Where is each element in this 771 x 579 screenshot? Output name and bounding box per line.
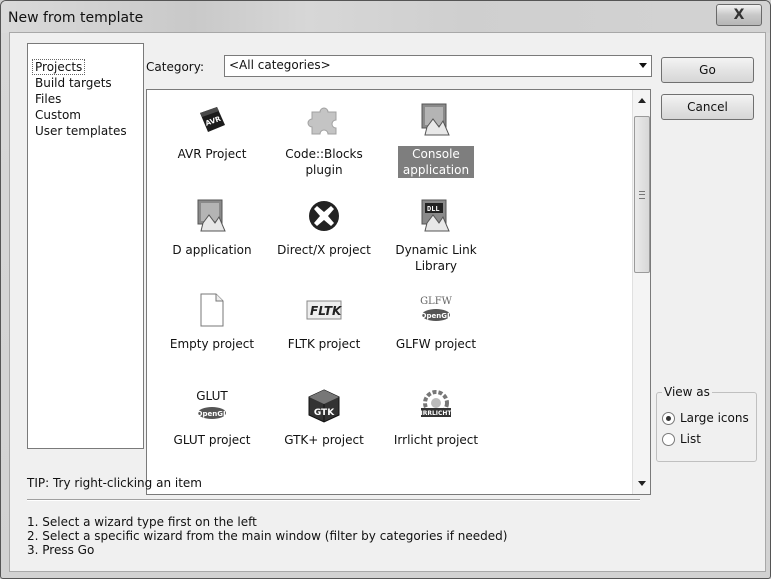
grip-icon <box>639 191 645 199</box>
dialog-body: Projects Build targets Files Custom User… <box>9 32 766 572</box>
radio-unselected-icon <box>662 432 675 446</box>
list-item-label: Files <box>35 92 62 106</box>
app-window-icon <box>157 196 267 236</box>
large-icons-label: Large icons <box>680 411 749 425</box>
avr-chip-icon: AVR <box>157 100 267 140</box>
go-button[interactable]: Go <box>661 57 754 83</box>
divider <box>27 499 640 501</box>
template-empty-project[interactable]: Empty project <box>157 290 267 352</box>
template-label: GLFW project <box>395 337 477 351</box>
view-as-group: View as Large icons List <box>656 385 757 462</box>
scroll-thumb[interactable] <box>634 116 650 273</box>
list-label: List <box>680 432 701 446</box>
irrlicht-gear-icon: IRRLICHT <box>381 386 491 426</box>
template-label: Empty project <box>169 337 255 351</box>
svg-text:GTK: GTK <box>314 408 335 418</box>
console-app-icon <box>381 100 491 140</box>
title-bar: New from template X <box>1 1 770 33</box>
template-label: Direct/X project <box>277 243 371 257</box>
dropdown-arrow-icon <box>639 63 647 68</box>
new-from-template-dialog: New from template X Projects Build targe… <box>0 0 771 579</box>
radio-selected-icon <box>662 411 675 425</box>
view-as-legend: View as <box>662 385 712 399</box>
list-item-label: Projects <box>32 59 86 75</box>
window-title: New from template <box>8 10 144 26</box>
template-label: Dynamic Link Library <box>395 243 477 273</box>
instructions: 1. Select a wizard type first on the lef… <box>27 515 507 557</box>
template-directx-project[interactable]: Direct/X project <box>269 196 379 258</box>
svg-text:GLFW: GLFW <box>420 296 453 307</box>
dll-icon: DLL <box>381 196 491 236</box>
instruction-line: 3. Press Go <box>27 543 95 557</box>
close-button[interactable]: X <box>716 4 762 26</box>
category-dropdown[interactable]: <All categories> <box>224 55 652 77</box>
fltk-icon: FLTK <box>269 290 379 330</box>
template-grid-scrollbar[interactable] <box>632 90 650 494</box>
svg-text:FLTK: FLTK <box>310 304 343 318</box>
template-glfw-project[interactable]: GLFW OpenGL GLFW project <box>381 290 491 352</box>
list-item-label: Custom <box>35 108 81 122</box>
scroll-down-icon[interactable] <box>638 481 646 486</box>
svg-text:OpenGL: OpenGL <box>197 410 228 418</box>
template-type-list: Projects Build targets Files Custom User… <box>27 43 144 449</box>
template-label: D application <box>172 243 252 257</box>
instruction-line: 1. Select a wizard type first on the lef… <box>27 515 257 529</box>
template-d-application[interactable]: D application <box>157 196 267 258</box>
directx-icon <box>269 196 379 236</box>
glfw-opengl-icon: GLFW OpenGL <box>381 290 491 330</box>
cancel-button[interactable]: Cancel <box>661 94 754 120</box>
template-label: GLUT project <box>173 433 251 447</box>
category-label: Category: <box>146 60 204 74</box>
template-fltk-project[interactable]: FLTK FLTK project <box>269 290 379 352</box>
template-label: Code::Blocks plugin <box>285 147 363 177</box>
template-dynamic-link-library[interactable]: DLL Dynamic Link Library <box>381 196 491 274</box>
list-radio[interactable]: List <box>662 432 701 446</box>
puzzle-plugin-icon <box>269 100 379 140</box>
svg-text:OpenGL: OpenGL <box>421 312 452 320</box>
list-item-user-templates[interactable]: User templates <box>28 123 143 145</box>
gtk-cube-icon: GTK <box>269 386 379 426</box>
tip-text: TIP: Try right-clicking an item <box>27 476 202 490</box>
svg-text:GLUT: GLUT <box>196 389 228 403</box>
template-label: Irrlicht project <box>393 433 479 447</box>
template-grid: AVR AVR Project Code::Blocks plugin Cons… <box>146 89 651 495</box>
template-label: FLTK project <box>287 337 361 351</box>
template-irrlicht-project[interactable]: IRRLICHT Irrlicht project <box>381 386 491 448</box>
list-item-label: Build targets <box>35 76 112 90</box>
glut-opengl-icon: GLUT OpenGL <box>157 386 267 426</box>
close-icon: X <box>733 7 745 23</box>
scroll-up-icon[interactable] <box>638 98 646 103</box>
template-codeblocks-plugin[interactable]: Code::Blocks plugin <box>269 100 379 178</box>
template-gtk-project[interactable]: GTK GTK+ project <box>269 386 379 448</box>
list-item-label: User templates <box>35 124 127 138</box>
template-label: AVR Project <box>177 147 247 161</box>
instruction-line: 2. Select a specific wizard from the mai… <box>27 529 508 543</box>
template-avr-project[interactable]: AVR AVR Project <box>157 100 267 162</box>
template-label: GTK+ project <box>284 433 364 447</box>
blank-page-icon <box>157 290 267 330</box>
template-label: Console application <box>398 146 474 178</box>
svg-text:DLL: DLL <box>427 205 440 213</box>
svg-text:IRRLICHT: IRRLICHT <box>420 410 452 417</box>
template-console-application[interactable]: Console application <box>381 100 491 178</box>
category-value: <All categories> <box>229 58 331 72</box>
large-icons-radio[interactable]: Large icons <box>662 411 749 425</box>
template-glut-project[interactable]: GLUT OpenGL GLUT project <box>157 386 267 448</box>
